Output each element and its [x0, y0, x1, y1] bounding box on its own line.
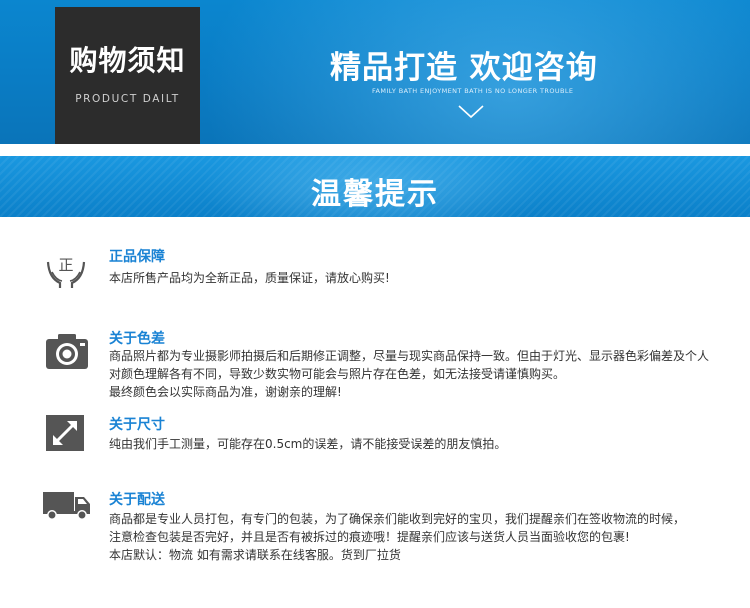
section-heading: 关于配送 [109, 492, 165, 508]
section-body: 纯由我们手工测量，可能存在0.5cm的误差，请不能接受误差的朋友慎拍。 [109, 435, 739, 453]
section-line: 注意检查包装是否完好，并且是否有被拆过的痕迹哦！提醒亲们应该与送货人员当面验收您… [109, 530, 630, 544]
svg-text:正: 正 [58, 256, 73, 274]
section-line: 纯由我们手工测量，可能存在0.5cm的误差，请不能接受误差的朋友慎拍。 [109, 437, 507, 451]
camera-icon [46, 334, 88, 369]
section-delivery: 关于配送 商品都是专业人员打包，有专门的包装，为了确保亲们能收到完好的宝贝，我们… [0, 488, 750, 568]
notice-title: 温馨提示 [311, 177, 439, 212]
section-body: 商品照片都为专业摄影师拍摄后和后期修正调整，尽量与现实商品保持一致。但由于灯光、… [109, 347, 739, 401]
banner-title: 购物须知 [69, 44, 186, 77]
section-heading: 关于尺寸 [109, 417, 165, 433]
banner-headline: 精品打造 欢迎咨询 [330, 50, 598, 86]
section-line: 对颜色理解各有不同，导致少数实物可能会与照片存在色差，如无法接受请谨慎购买。 [109, 367, 566, 381]
banner-subtitle: PRODUCT DAILT [75, 93, 180, 105]
notice-banner: 温馨提示 [0, 156, 750, 217]
shopping-notice-box: 购物须知 PRODUCT DAILT [55, 7, 200, 144]
delivery-truck-icon [43, 492, 90, 520]
section-line: 本店默认：物流 如有需求请联系在线客服。货到厂拉货 [109, 548, 401, 562]
chevron-down-icon [458, 105, 484, 119]
section-line: 商品照片都为专业摄影师拍摄后和后期修正调整，尽量与现实商品保持一致。但由于灯光、… [109, 349, 710, 363]
resize-arrow-icon [46, 415, 84, 451]
section-line: 最终颜色会以实际商品为准，谢谢亲的理解! [109, 385, 342, 399]
section-line: 商品都是专业人员打包，有专门的包装，为了确保亲们能收到完好的宝贝，我们提醒亲们在… [109, 512, 686, 526]
banner-tagline: FAMILY BATH ENJOYMENT BATH IS NO LONGER … [372, 87, 574, 95]
section-genuine: 正 正品保障 本店所售产品均为全新正品，质量保证，请放心购买! [0, 244, 750, 304]
section-line: 本店所售产品均为全新正品，质量保证，请放心购买! [109, 271, 390, 285]
section-color: 关于色差 商品照片都为专业摄影师拍摄后和后期修正调整，尽量与现实商品保持一致。但… [0, 326, 750, 402]
genuine-hands-icon: 正 [46, 256, 86, 288]
section-body: 商品都是专业人员打包，有专门的包装，为了确保亲们能收到完好的宝贝，我们提醒亲们在… [109, 510, 739, 564]
top-banner: 购物须知 PRODUCT DAILT 精品打造 欢迎咨询 FAMILY BATH… [0, 0, 750, 144]
section-heading: 关于色差 [109, 331, 165, 347]
section-heading: 正品保障 [109, 249, 165, 265]
section-size: 关于尺寸 纯由我们手工测量，可能存在0.5cm的误差，请不能接受误差的朋友慎拍。 [0, 412, 750, 464]
section-body: 本店所售产品均为全新正品，质量保证，请放心购买! [109, 269, 739, 287]
